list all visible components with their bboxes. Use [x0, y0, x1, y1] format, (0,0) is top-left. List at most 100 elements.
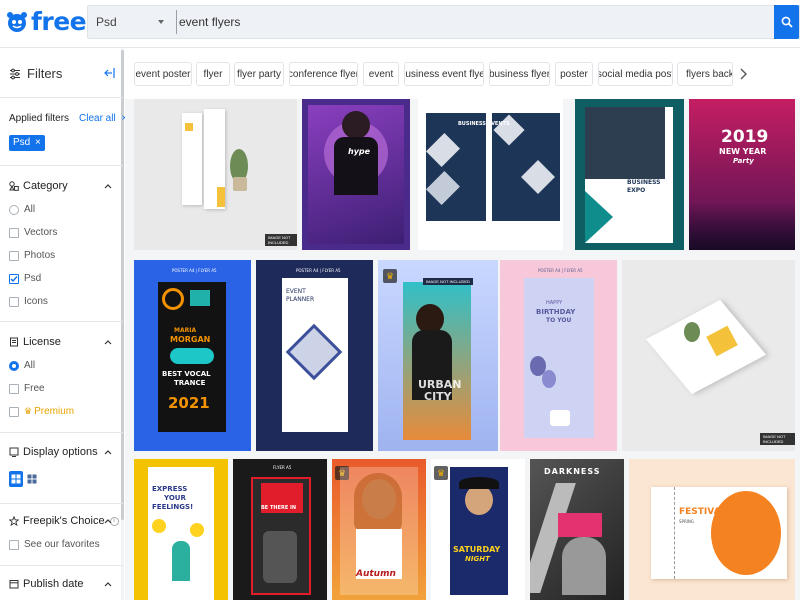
filter-sliders-icon [10, 68, 20, 79]
category-option-icons[interactable]: Icons [9, 296, 48, 307]
tag-chip[interactable]: business flyer [489, 62, 550, 86]
checkbox[interactable] [9, 250, 19, 261]
category-option-all[interactable]: All [9, 204, 35, 215]
collapse-sidebar-button[interactable] [103, 67, 115, 79]
search-bar: Psd [87, 5, 800, 39]
clear-all-button[interactable]: Clear all × [79, 113, 127, 124]
tag-chip[interactable]: flyer [196, 62, 230, 86]
chevron-up-icon[interactable] [104, 338, 112, 346]
category-section-toggle[interactable]: Category [9, 180, 68, 192]
tag-chip[interactable]: social media post [598, 62, 673, 86]
thumbnail-festival-ticket[interactable]: FESTIVAL SPRING [629, 459, 795, 600]
thumbnail-express-feelings-flyer[interactable]: EXPRESS YOUR FEELINGS! [134, 459, 228, 600]
thumbnail-be-there-flyer[interactable]: FLYER A5 BE THERE IN [233, 459, 327, 600]
chevron-up-icon[interactable] [104, 448, 112, 456]
checkbox-checked[interactable] [9, 273, 19, 284]
applied-filters-label: Applied filters [9, 113, 70, 124]
tag-chip[interactable]: business event flyer [404, 62, 484, 86]
checkbox[interactable] [9, 296, 19, 307]
search-button[interactable] [774, 5, 799, 39]
option-label: Icons [24, 296, 48, 307]
tag-chip[interactable]: conference flyer [289, 62, 358, 86]
filters-header: Filters [9, 66, 62, 81]
thumbnail-text: BEST VOCAL [162, 370, 211, 378]
chevron-up-icon[interactable] [104, 580, 112, 588]
thumbnail-saturday-night-flyer[interactable]: ♛ SATURDAY NIGHT [431, 459, 525, 600]
thumbnail-text: TRANCE [174, 379, 206, 387]
thumbnail-trifold-mockup[interactable]: IMAGE NOT INCLUDED [622, 260, 795, 451]
tag-chip[interactable]: flyer party [234, 62, 284, 86]
license-title: License [23, 336, 61, 348]
chevron-up-icon[interactable] [104, 182, 112, 190]
thumbnail-text: FLYER A5 [273, 465, 292, 470]
thumbnail-urban-city-flyer[interactable]: ♛ IMAGE NOT INCLUDED URBAN CITY [378, 260, 498, 451]
thumbnail-text: hype [348, 147, 371, 156]
thumbnail-purple-dj-flyer[interactable]: hype [302, 99, 410, 250]
clear-all-label: Clear all [79, 113, 116, 124]
thumbnail-text: FEELINGS! [152, 503, 194, 511]
thumbnail-new-year-party-flyer[interactable]: 2019 NEW YEAR Party [689, 99, 795, 250]
thumbnail-business-events-flyer[interactable]: BUSINESS EVENTS [418, 99, 563, 250]
grid-view-large-button[interactable] [9, 471, 23, 487]
chevron-up-icon[interactable] [104, 517, 112, 525]
calendar-icon [9, 580, 19, 589]
image-not-included-badge: IMAGE NOT INCLUDED [265, 234, 297, 246]
thumbnail-text: SPRING [679, 519, 695, 524]
thumbnail-event-planner-poster[interactable]: POSTER A4 | FLYER A5 EVENT PLANNER [256, 260, 373, 451]
checkbox[interactable] [9, 406, 19, 417]
option-label: All [24, 360, 36, 371]
divider [0, 165, 123, 166]
thumbnail-text: BE THERE IN [261, 505, 297, 511]
thumbnail-brochure-mockup[interactable]: IMAGE NOT INCLUDED [134, 99, 297, 250]
tag-chip[interactable]: poster [555, 62, 593, 86]
tag-chip[interactable]: event poster [134, 62, 192, 86]
premium-crown-badge: ♛ [383, 269, 397, 283]
category-option-psd[interactable]: Psd [9, 273, 41, 284]
license-option-premium[interactable]: ♛ Premium [9, 406, 74, 417]
crown-icon: ♛ [436, 467, 446, 478]
grid-large-icon [11, 474, 21, 484]
thumbnail-text: HAPPY [546, 300, 563, 306]
option-label: See our favorites [24, 539, 100, 550]
option-label: All [24, 204, 36, 215]
category-option-photos[interactable]: Photos [9, 250, 55, 261]
caret-down-icon [158, 20, 164, 24]
search-type-dropdown[interactable]: Psd [88, 6, 171, 38]
tag-chip[interactable]: event [363, 62, 399, 86]
grid-view-small-button[interactable] [25, 471, 39, 487]
license-option-all[interactable]: All [9, 360, 35, 371]
thumbnail-autumn-flyer[interactable]: ♛ Autumn [332, 459, 426, 600]
crown-icon: ♛ [24, 406, 33, 416]
checkbox[interactable] [9, 227, 19, 238]
option-label: Photos [24, 250, 56, 261]
radio-button[interactable] [9, 204, 19, 215]
license-option-free[interactable]: Free [9, 383, 45, 394]
see-favorites-option[interactable]: See our favorites [9, 539, 100, 550]
thumbnail-business-expo-flyer[interactable]: BUSINESS EXPO [575, 99, 684, 250]
display-options-toggle[interactable]: Display options [9, 446, 98, 458]
thumbnail-text: BIRTHDAY [536, 308, 576, 316]
thumbnail-vocal-trance-poster[interactable]: POSTER A4 | FLYER A5 MARIA MORGAN BEST V… [134, 260, 251, 451]
chevron-right-icon[interactable] [738, 67, 748, 81]
divider [0, 321, 123, 322]
tag-chip[interactable]: flyers backgro [677, 62, 733, 86]
thumbnail-birthday-flyer[interactable]: POSTER A4 | FLYER A5 HAPPY BIRTHDAY TO Y… [500, 260, 617, 451]
thumbnail-text: MARIA [174, 327, 197, 334]
thumbnail-text: FESTIVAL [679, 507, 727, 517]
freepiks-choice-toggle[interactable]: Freepik's Choice i [9, 515, 119, 527]
thumbnail-text: Autumn [356, 569, 396, 579]
divider [0, 503, 123, 504]
applied-tag-psd[interactable]: Psd × [9, 135, 45, 151]
category-option-vectors[interactable]: Vectors [9, 227, 57, 238]
checkbox[interactable] [9, 383, 19, 394]
thumbnail-darkness-poster[interactable]: DARKNESS [530, 459, 624, 600]
image-not-included-badge: IMAGE NOT INCLUDED [760, 433, 795, 445]
filters-title: Filters [27, 66, 63, 81]
search-input[interactable] [176, 10, 756, 34]
publish-date-toggle[interactable]: Publish date [9, 578, 84, 590]
checkbox[interactable] [9, 539, 19, 550]
image-not-included-badge: IMAGE NOT INCLUDED [423, 278, 473, 285]
radio-button-selected[interactable] [9, 360, 19, 371]
display-options-title: Display options [23, 446, 98, 458]
license-section-toggle[interactable]: License [9, 336, 61, 348]
